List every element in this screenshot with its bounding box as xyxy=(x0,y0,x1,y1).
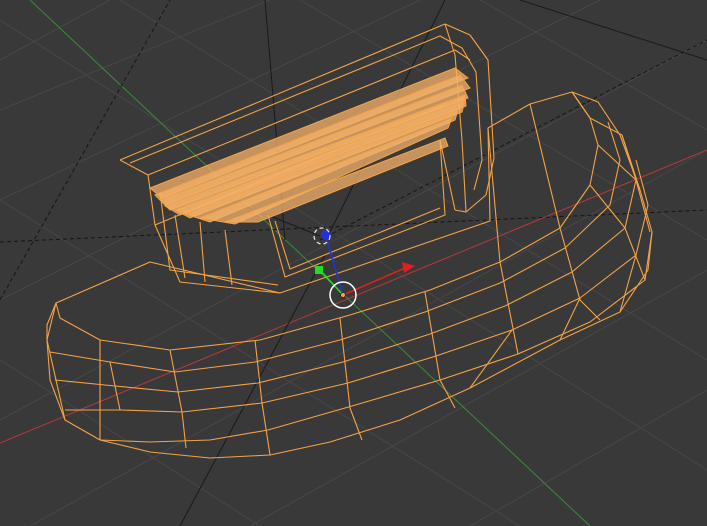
gizmo-y-handle-icon[interactable] xyxy=(315,266,323,274)
transform-gizmo[interactable] xyxy=(313,227,415,309)
floor-grid xyxy=(0,0,707,526)
origin-point-icon xyxy=(340,292,346,298)
x-axis-line xyxy=(0,149,707,444)
y-axis-line xyxy=(29,0,591,526)
gizmo-x-axis-line xyxy=(342,267,406,296)
selected-mesh-object[interactable] xyxy=(46,23,653,459)
3d-viewport[interactable] xyxy=(0,0,707,526)
viewport-canvas[interactable] xyxy=(0,0,707,526)
